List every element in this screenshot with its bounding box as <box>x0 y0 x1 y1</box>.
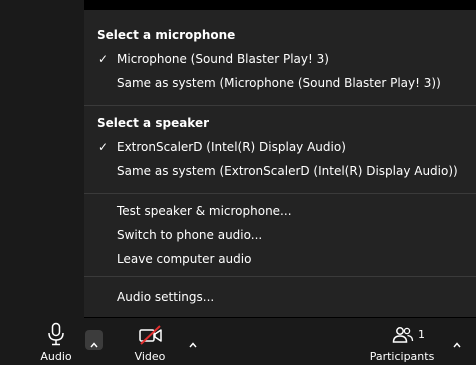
video-off-icon <box>138 325 164 345</box>
menu-item-microphone-sound-blaster[interactable]: ✓ Microphone (Sound Blaster Play! 3) <box>84 49 476 71</box>
microphone-icon <box>46 322 66 346</box>
menu-item-speaker-same-as-system[interactable]: Same as system (ExtronScalerD (Intel(R) … <box>84 161 476 183</box>
chevron-up-icon <box>188 335 198 348</box>
audio-button[interactable]: Audio <box>34 320 78 365</box>
meeting-toolbar: Audio Video 1 Participants <box>0 318 476 365</box>
speaker-section-header: Select a speaker <box>97 116 210 130</box>
audio-options-caret[interactable] <box>85 330 103 350</box>
participants-label: Participants <box>369 350 435 363</box>
check-icon: ✓ <box>98 52 109 66</box>
chevron-up-icon <box>89 335 99 348</box>
menu-divider <box>84 193 476 194</box>
menu-item-speaker-extron[interactable]: ✓ ExtronScalerD (Intel(R) Display Audio) <box>84 137 476 159</box>
menu-item-audio-settings[interactable]: Audio settings... <box>84 287 476 309</box>
chevron-up-icon <box>452 335 462 348</box>
menu-item-label: Microphone (Sound Blaster Play! 3) <box>117 52 329 66</box>
video-options-caret[interactable] <box>185 332 201 348</box>
menu-item-label: Switch to phone audio... <box>117 228 263 242</box>
microphone-section-header: Select a microphone <box>97 28 236 42</box>
menu-item-leave-computer-audio[interactable]: Leave computer audio <box>84 249 476 271</box>
video-button[interactable]: Video <box>128 320 172 365</box>
menu-item-label: Test speaker & microphone... <box>117 204 292 218</box>
menu-item-label: Same as system (Microphone (Sound Blaste… <box>117 76 441 90</box>
menu-divider <box>84 276 476 277</box>
meeting-background <box>0 0 84 318</box>
audio-label: Audio <box>40 350 72 363</box>
participants-icon <box>392 326 414 346</box>
menu-divider <box>84 105 476 106</box>
menu-item-switch-to-phone-audio[interactable]: Switch to phone audio... <box>84 225 476 247</box>
meeting-background-strip <box>84 0 476 10</box>
participants-count: 1 <box>418 328 425 341</box>
menu-item-test-speaker-microphone[interactable]: Test speaker & microphone... <box>84 201 476 223</box>
participants-options-caret[interactable] <box>449 332 465 348</box>
menu-item-label: ExtronScalerD (Intel(R) Display Audio) <box>117 140 346 154</box>
audio-options-menu: Select a microphone ✓ Microphone (Sound … <box>84 10 476 317</box>
participants-button[interactable]: 1 Participants <box>368 320 440 365</box>
video-label: Video <box>134 350 166 363</box>
menu-item-microphone-same-as-system[interactable]: Same as system (Microphone (Sound Blaste… <box>84 73 476 95</box>
menu-item-label: Leave computer audio <box>117 252 252 266</box>
menu-item-label: Same as system (ExtronScalerD (Intel(R) … <box>117 164 458 178</box>
check-icon: ✓ <box>98 140 109 154</box>
menu-item-label: Audio settings... <box>117 290 215 304</box>
